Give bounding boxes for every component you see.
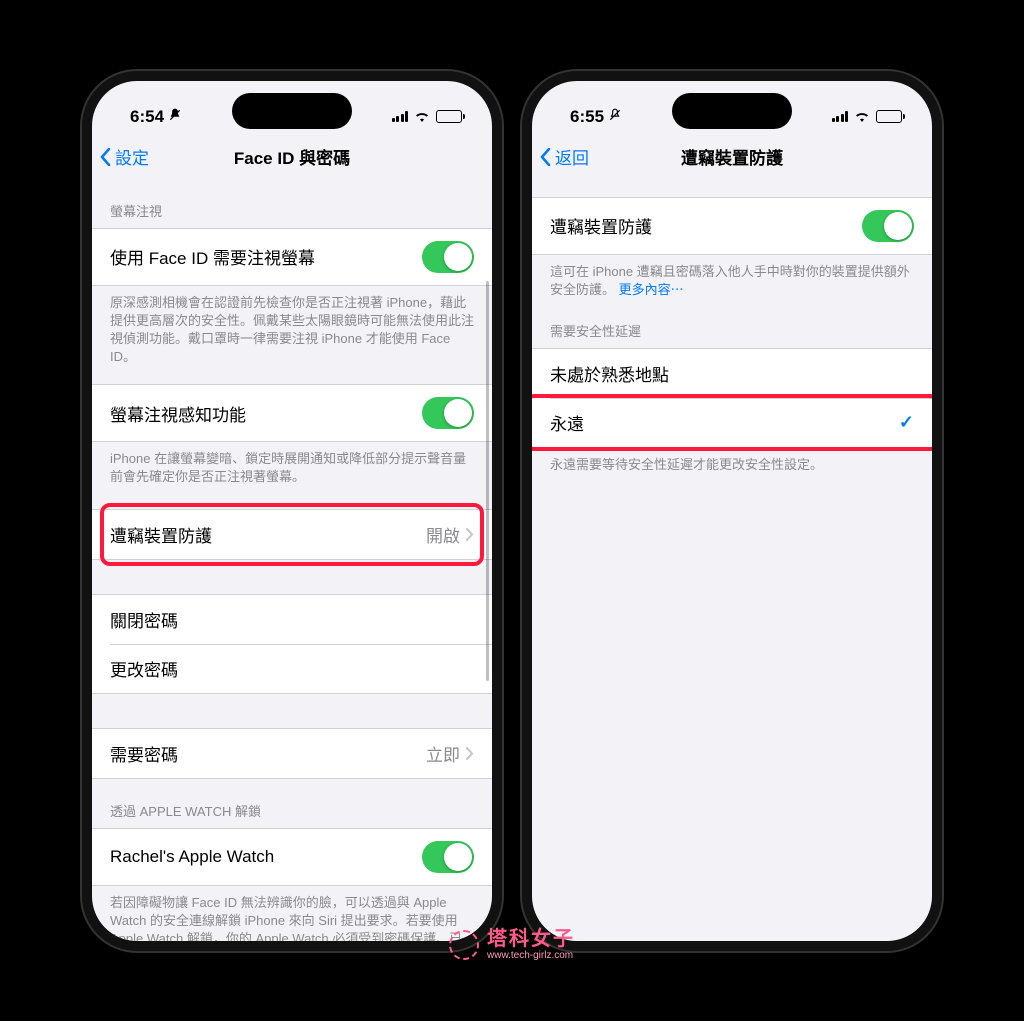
row-label: Rachel's Apple Watch xyxy=(110,847,274,867)
status-time: 6:54 xyxy=(130,107,164,127)
row-change-passcode[interactable]: 更改密碼 xyxy=(92,644,492,693)
row-stolen-protection-toggle[interactable]: 遭竊裝置防護 xyxy=(532,198,932,254)
watermark-icon xyxy=(449,930,479,960)
section-header-attention: 螢幕注視 xyxy=(92,179,492,228)
scrollbar[interactable] xyxy=(486,281,489,681)
row-value: 開啟 xyxy=(426,522,460,547)
chevron-left-icon xyxy=(540,148,551,166)
section-header-delay: 需要安全性延遲 xyxy=(532,299,932,348)
settings-content: 螢幕注視 使用 Face ID 需要注視螢幕 原深感測相機會在認證前先檢查你是否… xyxy=(92,179,492,951)
nav-bar: 返回 遭竊裝置防護 xyxy=(532,135,932,179)
row-label: 關閉密碼 xyxy=(110,607,178,632)
battery-icon xyxy=(436,110,462,123)
row-always[interactable]: 永遠 ✓ xyxy=(532,398,932,447)
row-stolen-device[interactable]: 遭竊裝置防護 開啟 xyxy=(92,510,492,559)
checkmark-icon: ✓ xyxy=(899,412,914,433)
dynamic-island xyxy=(232,93,352,129)
row-attention-aware[interactable]: 螢幕注視感知功能 xyxy=(92,385,492,441)
section-footer-protect: 這可在 iPhone 遭竊且密碼落入他人手中時對你的裝置提供額外安全防護。 更多… xyxy=(532,255,932,299)
nav-title: 遭竊裝置防護 xyxy=(681,144,783,169)
dynamic-island xyxy=(672,93,792,129)
section-footer-attention: 原深感測相機會在認證前先檢查你是否正注視著 iPhone，藉此提供更高層次的安全… xyxy=(92,286,492,367)
toggle-on[interactable] xyxy=(862,210,914,242)
status-time: 6:55 xyxy=(570,107,604,127)
row-away-from-familiar[interactable]: 未處於熟悉地點 xyxy=(532,349,932,398)
row-label: 螢幕注視感知功能 xyxy=(110,401,246,426)
row-apple-watch[interactable]: Rachel's Apple Watch xyxy=(92,829,492,885)
watermark-en: www.tech-girlz.com xyxy=(487,950,575,961)
back-label: 設定 xyxy=(115,144,149,169)
silent-icon xyxy=(608,108,622,125)
highlight-always-row xyxy=(532,394,932,451)
toggle-on[interactable] xyxy=(422,841,474,873)
nav-title: Face ID 與密碼 xyxy=(234,144,350,169)
footer-text: 這可在 iPhone 遭竊且密碼落入他人手中時對你的裝置提供額外安全防護。 xyxy=(550,264,910,297)
back-button[interactable]: 返回 xyxy=(540,144,589,169)
row-label: 使用 Face ID 需要注視螢幕 xyxy=(110,244,315,269)
cellular-icon xyxy=(392,111,409,122)
section-footer-watch: 若因障礙物讓 Face ID 無法辨識你的臉，可以透過與 Apple Watch… xyxy=(92,886,492,951)
nav-bar: 設定 Face ID 與密碼 xyxy=(92,135,492,179)
watermark: 塔科女子 www.tech-girlz.com xyxy=(449,928,575,961)
chevron-right-icon xyxy=(466,747,474,760)
row-turn-off-passcode[interactable]: 關閉密碼 xyxy=(92,595,492,644)
phone-left: 6:54 設定 Face ID 與密碼 螢幕注視 使用 Face ID 需要注視… xyxy=(82,71,502,951)
section-footer-aware: iPhone 在讓螢幕變暗、鎖定時展開通知或降低部分提示聲音量前會先確定你是否正… xyxy=(92,442,492,486)
row-label: 未處於熟悉地點 xyxy=(550,361,669,386)
back-button[interactable]: 設定 xyxy=(100,144,149,169)
row-value: 立即 xyxy=(426,741,460,766)
cellular-icon xyxy=(832,111,849,122)
section-footer-always: 永遠需要等待安全性延遲才能更改安全性設定。 xyxy=(532,448,932,474)
learn-more-link[interactable]: 更多內容⋯ xyxy=(619,282,684,297)
chevron-right-icon xyxy=(466,528,474,541)
phone-right: 6:55 返回 遭竊裝置防護 遭竊裝置防護 這可在 i xyxy=(522,71,942,951)
row-label: 更改密碼 xyxy=(110,656,178,681)
row-label: 永遠 xyxy=(550,410,584,435)
wifi-icon xyxy=(854,107,870,127)
chevron-left-icon xyxy=(100,148,111,166)
battery-icon xyxy=(876,110,902,123)
row-label: 需要密碼 xyxy=(110,741,178,766)
toggle-on[interactable] xyxy=(422,241,474,273)
row-require-passcode[interactable]: 需要密碼 立即 xyxy=(92,729,492,778)
silent-icon xyxy=(168,108,182,125)
row-label: 遭竊裝置防護 xyxy=(550,213,652,238)
row-require-attention[interactable]: 使用 Face ID 需要注視螢幕 xyxy=(92,229,492,285)
wifi-icon xyxy=(414,107,430,127)
section-header-watch: 透過 APPLE WATCH 解鎖 xyxy=(92,779,492,828)
toggle-on[interactable] xyxy=(422,397,474,429)
watermark-cn: 塔科女子 xyxy=(487,928,575,950)
back-label: 返回 xyxy=(555,144,589,169)
row-label: 遭竊裝置防護 xyxy=(110,522,212,547)
settings-content: 遭竊裝置防護 這可在 iPhone 遭竊且密碼落入他人手中時對你的裝置提供額外安… xyxy=(532,179,932,475)
